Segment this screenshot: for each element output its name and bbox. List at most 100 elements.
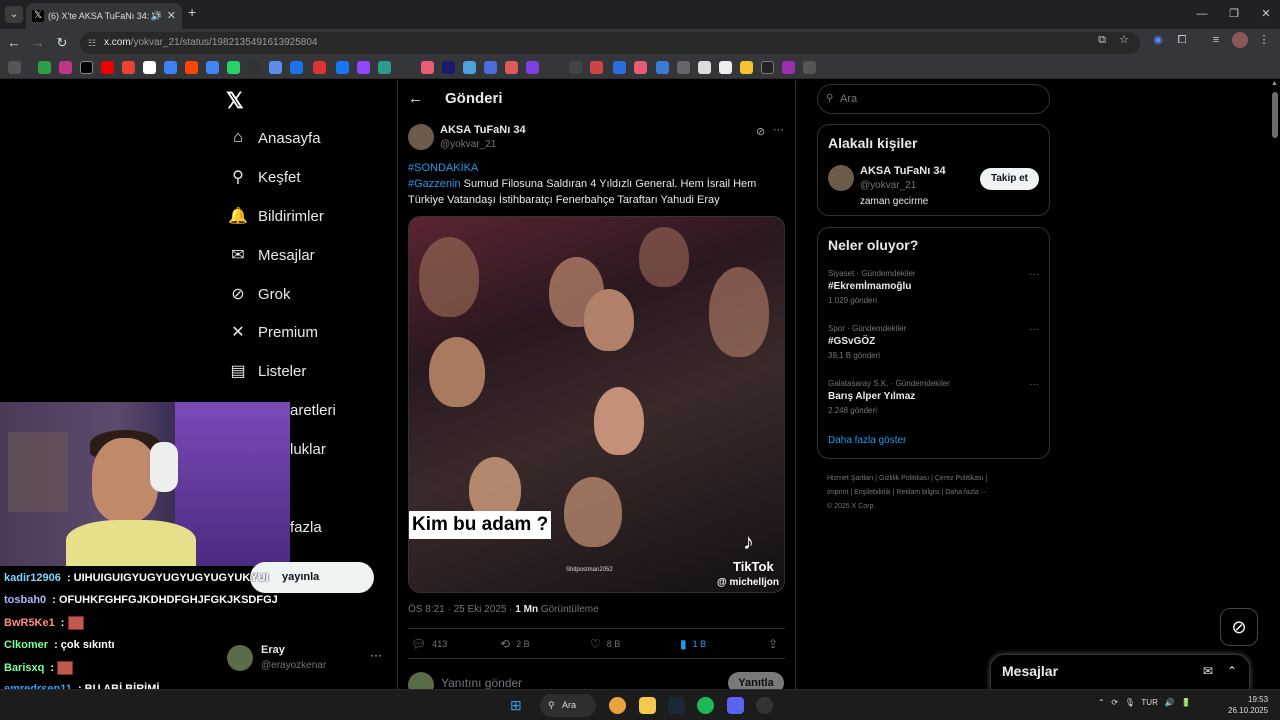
maximize-button[interactable]: ❐ [1222,4,1246,24]
file-explorer-icon[interactable] [639,697,656,714]
back-arrow-icon[interactable]: ← [408,90,423,107]
bookmark-icon[interactable] [677,61,690,74]
new-message-icon[interactable]: ✉ [1203,664,1213,678]
nav-item-lists[interactable]: ▤ Listeler [227,359,306,383]
more-icon[interactable]: ··· [1029,324,1039,335]
whatsapp-icon[interactable] [227,61,240,74]
url-input[interactable]: ☷ x.com/yokvar_21/status/198213549161392… [80,32,1140,54]
chrome-icon[interactable] [609,697,626,714]
nav-item-messages[interactable]: ✉ Mesajlar [227,243,314,267]
bookmark-icon[interactable] [313,61,326,74]
scrollbar[interactable]: ▲ [1270,80,1280,689]
repost-button[interactable]: ⟲ 2 B [500,637,530,651]
bookmark-icon[interactable] [698,61,711,74]
bookmark-icon[interactable] [719,61,732,74]
clock[interactable]: 19:53 26.10.2025 [1228,694,1268,716]
trend-item[interactable]: Galatasaray S.K. · Gündemdekiler Barış A… [828,379,1043,415]
author-name[interactable]: AKSA TuFaNı 34 [440,124,526,136]
author-avatar[interactable] [408,124,434,150]
back-button[interactable]: ← [4,33,24,53]
bookmark-icon[interactable] [634,61,647,74]
footer-line[interactable]: Hizmet Şartları | Gizlilik Politikası | … [827,472,1047,486]
system-tray[interactable]: ⌃ ⟳ 🎙 TUR 🔊 🔋 [1098,698,1191,707]
reddit-icon[interactable] [185,61,198,74]
bookmark-icon[interactable] [164,61,177,74]
bookmark-icon[interactable] [590,61,603,74]
footer-line[interactable]: Imprint | Erişilebilirlik | Reklam bilgi… [827,486,1047,500]
bookmark-icon[interactable] [378,61,391,74]
bookmark-icon[interactable] [656,61,669,74]
more-icon[interactable]: ··· [1029,379,1039,390]
tab-search-button[interactable]: ⌄ [5,6,23,23]
tab-close-icon[interactable]: ✕ [167,3,176,29]
bookmark-icon[interactable] [569,61,582,74]
bookmark-icon[interactable] [803,61,816,74]
obs-icon[interactable] [756,697,773,714]
nav-item-premium[interactable]: ✕ Premium [227,320,318,344]
hashtag-link[interactable]: #SONDAKİKA [408,162,478,174]
expand-icon[interactable]: ⌃ [1227,664,1237,678]
author-handle[interactable]: @yokvar_21 [440,139,496,150]
bookmark-icon[interactable] [782,61,795,74]
extension-icon[interactable]: ◉ [1150,32,1166,48]
scroll-up-icon[interactable]: ▲ [1271,80,1278,87]
bookmark-button[interactable]: ▮ 1 B [680,637,706,651]
bookmark-icon[interactable] [505,61,518,74]
trend-item[interactable]: Spor · Gündemdekiler #GSvGÖZ 39,1 B gönd… [828,324,1043,360]
forward-button[interactable]: → [28,33,48,53]
instagram-icon[interactable] [59,61,72,74]
steam-icon[interactable] [668,697,685,714]
bookmark-icon[interactable] [248,61,261,74]
related-name[interactable]: AKSA TuFaNı 34 [860,165,946,177]
twitch-icon[interactable] [357,61,370,74]
translate-icon[interactable] [206,61,219,74]
post-video[interactable]: Kim bu adam ? Shitpostman2052 ♪ TikTok @… [408,216,785,593]
nav-item-communities[interactable]: luklar [290,437,326,461]
discord-icon[interactable] [727,697,744,714]
bookmark-star-icon[interactable]: ☆ [1116,32,1132,48]
bookmark-icon[interactable] [526,61,539,74]
share-button[interactable]: ⇪ [768,637,784,651]
extensions-puzzle-icon[interactable]: ⧠ [1174,32,1190,48]
related-handle[interactable]: @yokvar_21 [860,180,916,191]
x-logo-icon[interactable]: 𝕏 [226,88,244,114]
messages-drawer[interactable]: Mesajlar ✉ ⌃ [990,654,1250,690]
nav-item-bookmarks[interactable]: aretleri [290,398,336,422]
bookmark-icon[interactable] [269,61,282,74]
more-icon[interactable]: ··· [773,124,784,136]
minimize-button[interactable]: — [1190,4,1214,24]
menu-dots-icon[interactable]: ⋮ [1256,32,1272,48]
speaker-icon[interactable]: 🔊 [151,3,162,29]
follow-button[interactable]: Takip et [980,168,1039,190]
hashtag-link[interactable]: #Gazzenin [408,178,461,190]
facebook-icon[interactable] [336,61,349,74]
taskbar-search[interactable]: ⚲ Ara [540,694,596,717]
apps-grid-icon[interactable] [8,61,21,74]
show-more-link[interactable]: Daha fazla göster [828,435,906,446]
window-close-button[interactable]: ✕ [1254,4,1278,24]
nav-item-grok[interactable]: ⊘ Grok [227,282,290,306]
gmail-icon[interactable] [122,61,135,74]
x-bookmark-icon[interactable] [80,61,93,74]
nav-item-more[interactable]: fazla [290,515,322,539]
site-info-icon[interactable]: ☷ [88,32,96,54]
bookmark-icon[interactable] [290,61,303,74]
install-app-icon[interactable]: ⧉ [1094,32,1110,48]
post-timestamp[interactable]: ÖS 8:21 · 25 Eki 2025 · [408,604,515,615]
search-input[interactable]: ⚲ Ara [817,84,1050,114]
nav-item-home[interactable]: ⌂ Anasayfa [227,126,320,150]
bookmark-icon[interactable] [421,61,434,74]
spotify-icon[interactable] [697,697,714,714]
reply-input[interactable]: Yanıtını gönder [441,676,522,690]
language-indicator[interactable]: TUR [1141,698,1157,707]
trend-item[interactable]: Siyaset · Gündemdekiler #Ekremİmamoğlu 1… [828,269,1043,305]
bookmark-icon[interactable] [463,61,476,74]
scrollbar-thumb[interactable] [1272,92,1278,138]
footer-links[interactable]: Hizmet Şartları | Gizlilik Politikası | … [827,472,1047,514]
reply-button[interactable]: 💬︎ 413 [411,637,447,651]
grok-button[interactable]: ⊘ [1220,608,1258,646]
media-icon[interactable]: ≡ [1208,32,1224,48]
google-icon[interactable] [143,61,156,74]
new-tab-button[interactable]: + [188,4,202,24]
youtube-icon[interactable] [101,61,114,74]
